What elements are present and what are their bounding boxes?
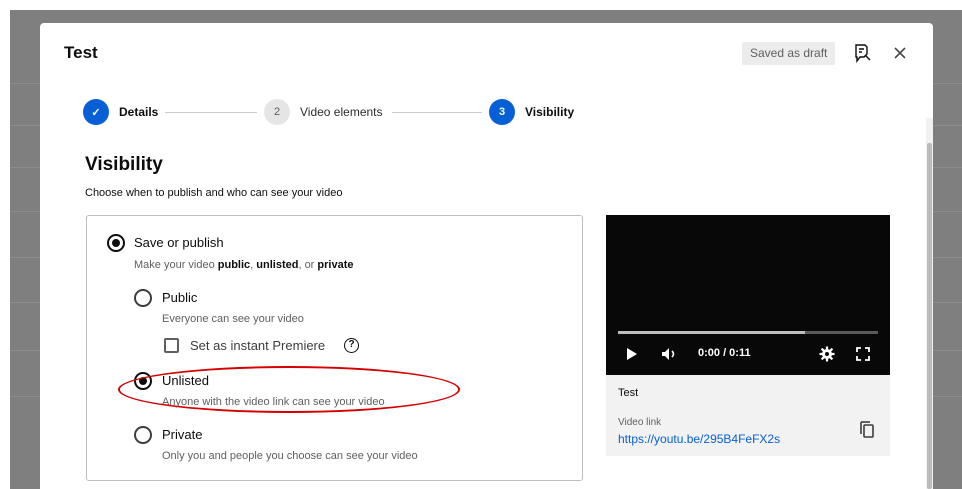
close-icon (894, 47, 906, 59)
instant-premiere-label: Set as instant Premiere (190, 338, 326, 353)
upload-dialog: Test Saved as draft ✓ Details 2 Video el… (40, 23, 933, 489)
private-radio[interactable] (134, 426, 152, 444)
play-icon (627, 348, 637, 360)
volume-icon (662, 348, 675, 360)
fullscreen-icon (856, 347, 870, 361)
video-title: Test (618, 387, 639, 399)
video-link[interactable]: https://youtu.be/295B4FeFX2s (618, 432, 780, 446)
step-details[interactable]: ✓ Details (83, 95, 158, 129)
private-label: Private (162, 427, 203, 442)
instant-premiere-checkbox[interactable] (164, 338, 179, 353)
step-connector (165, 112, 257, 113)
public-description: Everyone can see your video (162, 313, 304, 325)
save-or-publish-label: Save or publish (134, 235, 224, 250)
step-visibility[interactable]: 3 Visibility (489, 95, 574, 129)
save-or-publish-description: Make your video public, unlisted, or pri… (134, 259, 354, 271)
feedback-button[interactable] (850, 40, 876, 66)
video-progress-bar[interactable] (618, 331, 878, 334)
step-label: Video elements (300, 105, 383, 119)
step-number: 2 (264, 99, 290, 125)
dialog-title: Test (64, 43, 98, 62)
step-number: 3 (489, 99, 515, 125)
feedback-icon (855, 44, 871, 63)
video-player[interactable]: 0:00 / 0:11 (606, 215, 890, 375)
dialog-header: Test Saved as draft (40, 23, 933, 83)
video-time: 0:00 / 0:11 (698, 347, 751, 359)
dialog-scrollbar-thumb[interactable] (927, 143, 932, 489)
unlisted-description: Anyone with the video link can see your … (162, 396, 385, 408)
save-or-publish-radio[interactable] (107, 234, 125, 252)
close-button[interactable] (887, 40, 913, 66)
video-preview-card: 0:00 / 0:11 Test Video link https://yout… (606, 215, 890, 456)
copy-link-button[interactable] (856, 418, 878, 440)
visibility-options-card: Save or publish Make your video public, … (86, 215, 583, 481)
visibility-subtitle: Choose when to publish and who can see y… (85, 187, 343, 199)
play-button[interactable] (622, 343, 642, 365)
step-label: Visibility (525, 105, 575, 119)
settings-button[interactable] (816, 343, 838, 365)
upload-stepper: ✓ Details 2 Video elements 3 Visibility (40, 95, 933, 129)
fullscreen-button[interactable] (852, 343, 874, 365)
unlisted-radio[interactable] (134, 372, 152, 390)
check-icon: ✓ (83, 99, 109, 125)
volume-button[interactable] (658, 343, 682, 365)
unlisted-label: Unlisted (162, 373, 209, 388)
private-description: Only you and people you choose can see y… (162, 450, 418, 462)
help-icon[interactable]: ? (344, 338, 359, 353)
copy-icon (860, 421, 874, 438)
video-link-label: Video link (618, 417, 662, 428)
saved-as-draft-badge: Saved as draft (742, 42, 836, 65)
step-video-elements[interactable]: 2 Video elements (264, 95, 383, 129)
step-connector (392, 112, 482, 113)
public-radio[interactable] (134, 289, 152, 307)
step-label: Details (119, 105, 159, 119)
video-progress-fill (618, 331, 806, 334)
visibility-heading: Visibility (85, 154, 163, 175)
public-label: Public (162, 290, 198, 305)
top-band (0, 0, 962, 10)
gear-icon (819, 346, 835, 362)
